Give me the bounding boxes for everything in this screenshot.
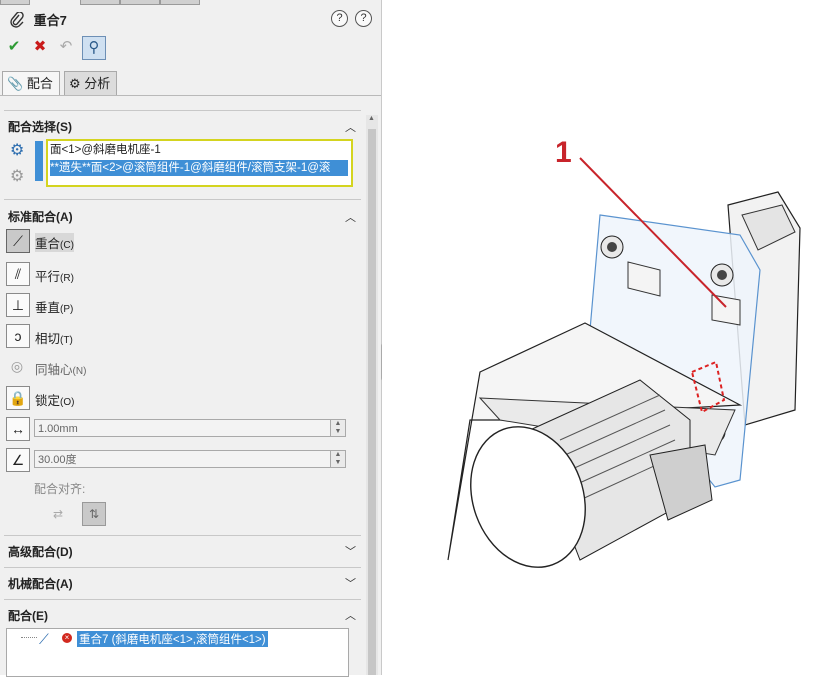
divider [4, 599, 361, 600]
collapse-chevron-icon[interactable]: ︿ [345, 607, 356, 623]
section-advanced-mates-title[interactable]: 高级配合(D) [8, 543, 73, 560]
panel-scrollbar[interactable]: ▲ [366, 115, 378, 675]
concentric-icon: ◎ [10, 358, 24, 374]
angle-value: 30.00度 [38, 454, 77, 466]
angle-icon[interactable]: ∠ [6, 448, 30, 472]
angle-spinner[interactable]: ▲ ▼ [330, 451, 345, 467]
divider [4, 199, 361, 200]
pushpin-icon[interactable]: ⚲ [82, 36, 106, 60]
section-mechanical-mates-title[interactable]: 机械配合(A) [8, 575, 73, 592]
panel-top-tab[interactable] [0, 0, 30, 5]
angle-field[interactable]: 30.00度 ▲ ▼ [34, 450, 346, 468]
mate-label-text: 垂直 [35, 301, 61, 315]
mate-tangent-label: 相切(T) [35, 328, 73, 347]
panel-top-tab[interactable] [160, 0, 200, 5]
bolt-hole [607, 242, 617, 252]
tab-analysis[interactable]: ⚙ 分析 [64, 71, 118, 95]
mate-key: (T) [60, 335, 73, 346]
lock-icon: 🔒 [6, 386, 30, 410]
multi-mate-icon[interactable]: ⚙ [10, 166, 24, 186]
undo-icon[interactable]: ↶ [55, 36, 77, 58]
coincident-mate-icon: ⟋ [39, 631, 49, 647]
distance-icon[interactable]: ↔ [6, 417, 30, 441]
mate-lock-label: 锁定(O) [35, 390, 74, 409]
mate-label-text: 锁定 [35, 394, 61, 408]
collapse-chevron-icon[interactable]: ︿ [345, 119, 356, 135]
mate-label-text: 相切 [35, 332, 61, 346]
expand-chevron-icon[interactable]: ﹀ [345, 575, 356, 591]
callout-label: 1 [555, 136, 572, 169]
distance-spinner[interactable]: ▲ ▼ [330, 420, 345, 436]
mate-label-text: 同轴心 [35, 363, 73, 377]
expand-chevron-icon[interactable]: ﹀ [345, 543, 356, 559]
paperclip-icon: 📎 [7, 76, 24, 91]
section-standard-mates-title: 标准配合(A) [8, 210, 73, 224]
mate-key: (O) [60, 397, 75, 408]
panel-tabs: 📎 配合 ⚙ 分析 [0, 69, 381, 96]
mate-key: (R) [60, 273, 74, 284]
analysis-icon: ⚙ [69, 76, 81, 91]
mate-key: (N) [72, 366, 87, 377]
cancel-x-icon[interactable]: ✖ [29, 36, 51, 58]
tab-bracket [711, 294, 741, 326]
tab-mates-label: 配合 [26, 76, 53, 91]
graphics-viewport[interactable] [382, 0, 815, 675]
help-icon[interactable]: ? [355, 10, 372, 27]
section-mate-selections-title: 配合选择(S) [8, 120, 72, 134]
feature-title-text: 重合7 [33, 13, 67, 28]
mate-entry[interactable]: 重合7 (斜磨电机座<1>,滚筒组件<1>) [77, 631, 268, 647]
selection-item[interactable]: 面<1>@斜磨电机座-1 [50, 142, 348, 158]
mate-selection-list[interactable]: 面<1>@斜磨电机座-1 **遗失**面<2>@滚筒组件-1@斜磨组件/滚筒支架… [46, 139, 353, 187]
mate-perpendicular-label: 垂直(P) [35, 297, 73, 316]
mates-list[interactable]: ⟋ × 重合7 (斜磨电机座<1>,滚筒组件<1>) [6, 628, 349, 677]
selection-indicator [35, 141, 43, 181]
mate-key: (P) [60, 304, 74, 315]
tangent-icon: ↄ [6, 324, 30, 348]
ok-check-icon[interactable]: ✔ [3, 36, 25, 58]
section-mates-title: 配合(E) [8, 609, 48, 623]
distance-value: 1.00mm [38, 423, 78, 435]
divider [4, 567, 361, 568]
perpendicular-icon: ⊥ [6, 293, 30, 317]
aligned-icon[interactable]: ⇄ [46, 502, 70, 526]
mate-coincident-label: 重合(C) [35, 233, 74, 252]
mate-label-text: 重合 [35, 237, 61, 251]
divider [4, 110, 361, 111]
mate-paperclip-icon [10, 11, 24, 28]
bolt-hole [717, 270, 727, 280]
collapse-chevron-icon[interactable]: ︿ [345, 209, 356, 225]
panel-top-tab[interactable] [120, 0, 160, 5]
distance-field[interactable]: 1.00mm ▲ ▼ [34, 419, 346, 437]
tab-mates[interactable]: 📎 配合 [2, 71, 60, 95]
tab-analysis-label: 分析 [84, 76, 111, 91]
mate-key: (C) [60, 240, 74, 251]
mate-label-text: 平行 [35, 270, 61, 284]
selection-item-missing[interactable]: **遗失**面<2>@滚筒组件-1@斜磨组件/滚筒支架-1@滚 [50, 160, 348, 176]
assembly-model[interactable] [382, 0, 815, 675]
mate-concentric-label: 同轴心(N) [35, 359, 86, 378]
mate-alignment-label: 配合对齐: [34, 482, 86, 496]
mate-parallel-label: 平行(R) [35, 266, 74, 285]
panel-top-tab[interactable] [80, 0, 120, 5]
tree-line [21, 637, 37, 638]
anti-aligned-icon[interactable]: ⇅ [82, 502, 106, 526]
error-icon: × [62, 633, 72, 643]
pin-help-icon[interactable]: ? [331, 10, 348, 27]
scrollbar-thumb[interactable] [368, 129, 376, 675]
property-manager-panel: 重合7 ? ? ✔ ✖ ↶ ⚲ 📎 配合 ⚙ 分析 配合选择(S) ︿ ⚙ ⚙ … [0, 0, 382, 677]
feature-title: 重合7 [10, 10, 67, 29]
coincident-icon: ⟋ [6, 229, 30, 253]
scroll-up-icon[interactable]: ▲ [368, 115, 375, 122]
divider [4, 535, 361, 536]
entities-to-mate-icon: ⚙ [10, 142, 25, 159]
parallel-icon: ⫽ [6, 262, 30, 286]
